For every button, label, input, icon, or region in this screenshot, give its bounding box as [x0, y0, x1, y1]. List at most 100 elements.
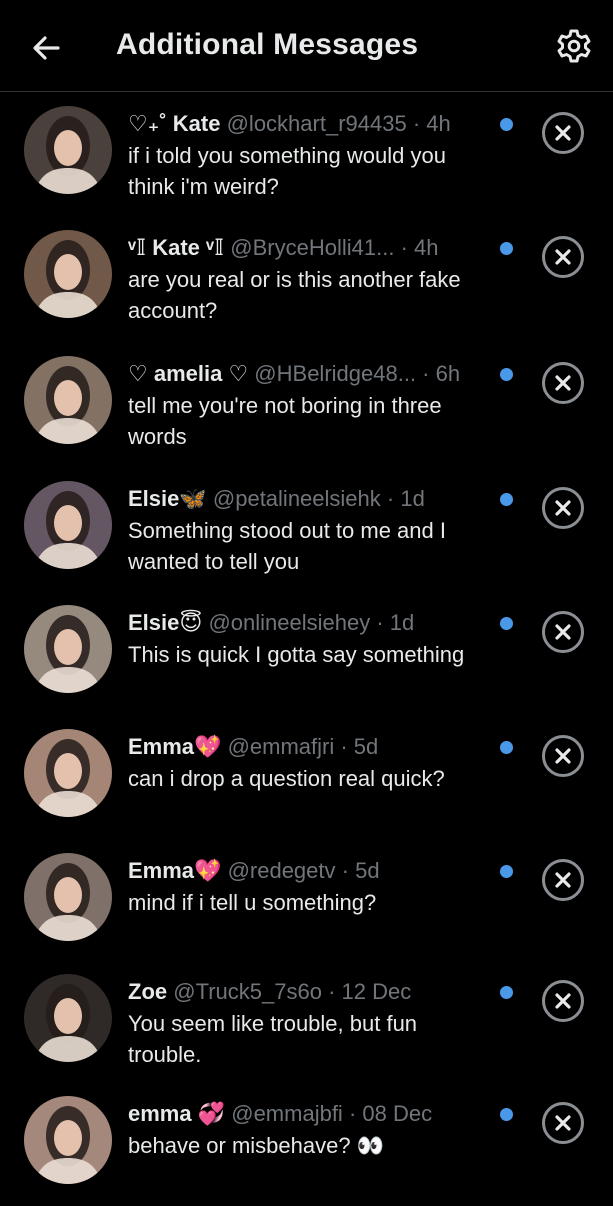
- timestamp: 1d: [389, 610, 415, 635]
- close-icon: [555, 872, 571, 888]
- message-item[interactable]: Emma💖 @redegetv · 5d mind if i tell u som…: [0, 839, 613, 963]
- close-icon: [555, 500, 571, 516]
- dismiss-button[interactable]: [542, 735, 584, 777]
- profile-photo: [24, 481, 112, 569]
- dismiss-button[interactable]: [542, 487, 584, 529]
- message-item[interactable]: Elsie🦋 @petalineelsiehk · 1d Something st…: [0, 467, 613, 591]
- close-icon: [555, 624, 571, 640]
- close-icon: [555, 375, 571, 391]
- message-item[interactable]: ♡₊˚ Kate @lockhart_r94435 · 4h if i told …: [0, 92, 613, 216]
- timestamp: 5d: [355, 858, 380, 883]
- message-item[interactable]: Elsie😇 @onlineelsiehey · 1d This is quick…: [0, 591, 613, 715]
- sender-handle: @emmafjri: [227, 734, 335, 759]
- close-icon: [555, 993, 571, 1009]
- message-item[interactable]: Zoe @Truck5_7s6o · 12 Dec You seem like t…: [0, 960, 613, 1084]
- avatar[interactable]: [24, 605, 112, 693]
- sender-handle: @lockhart_r94435: [226, 111, 407, 136]
- dismiss-button[interactable]: [542, 112, 584, 154]
- dismiss-button[interactable]: [542, 236, 584, 278]
- back-button[interactable]: [28, 30, 64, 66]
- gear-icon: [557, 29, 591, 63]
- sender-name: Emma💖: [128, 858, 222, 883]
- unread-indicator: [500, 368, 513, 381]
- unread-indicator: [500, 617, 513, 630]
- message-item[interactable]: emma 💞 @emmajbfi · 08 Dec behave or misbe…: [0, 1082, 613, 1206]
- separator-dot: ·: [335, 858, 356, 883]
- avatar[interactable]: [24, 729, 112, 817]
- message-meta: Elsie🦋 @petalineelsiehk · 1d: [128, 485, 488, 513]
- message-preview: Something stood out to me and I wanted t…: [128, 518, 446, 574]
- settings-button[interactable]: [555, 27, 593, 65]
- message-preview: mind if i tell u something?: [128, 890, 377, 915]
- arrow-left-icon: [33, 36, 60, 60]
- avatar[interactable]: [24, 1096, 112, 1184]
- unread-indicator: [500, 741, 513, 754]
- sender-name: Elsie😇: [128, 610, 203, 635]
- app-header: Additional Messages: [0, 0, 613, 92]
- unread-indicator: [500, 242, 513, 255]
- sender-handle: @HBelridge48...: [254, 361, 417, 386]
- sender-handle: @BryceHolli41...: [230, 235, 395, 260]
- profile-photo: [24, 974, 112, 1062]
- message-meta: Emma💖 @redegetv · 5d: [128, 857, 488, 885]
- separator-dot: ·: [321, 979, 342, 1004]
- sender-name: ᵛ𝕀 Kate ᵛ𝕀: [128, 235, 225, 260]
- avatar[interactable]: [24, 106, 112, 194]
- profile-photo: [24, 1096, 112, 1184]
- message-meta: Zoe @Truck5_7s6o · 12 Dec: [128, 978, 488, 1006]
- sender-handle: @Truck5_7s6o: [173, 979, 322, 1004]
- avatar[interactable]: [24, 230, 112, 318]
- sender-name: Emma💖: [128, 734, 222, 759]
- unread-indicator: [500, 493, 513, 506]
- timestamp: 4h: [426, 111, 451, 136]
- dismiss-button[interactable]: [542, 859, 584, 901]
- dismiss-button[interactable]: [542, 980, 584, 1022]
- dismiss-button[interactable]: [542, 362, 584, 404]
- sender-name: ♡₊˚ Kate: [128, 111, 221, 136]
- message-meta: Emma💖 @emmafjri · 5d: [128, 733, 488, 761]
- avatar[interactable]: [24, 356, 112, 444]
- close-icon: [555, 249, 571, 265]
- message-preview: You seem like trouble, but fun trouble.: [128, 1011, 418, 1067]
- sender-name: emma 💞: [128, 1101, 226, 1126]
- profile-photo: [24, 729, 112, 817]
- unread-indicator: [500, 865, 513, 878]
- sender-name: Zoe: [128, 979, 168, 1004]
- message-item[interactable]: ᵛ𝕀 Kate ᵛ𝕀 @BryceHolli41... · 4h are you …: [0, 216, 613, 340]
- message-preview: This is quick I gotta say something: [128, 642, 465, 667]
- message-preview: are you real or is this another fake acc…: [128, 267, 461, 323]
- message-preview: if i told you something would you think …: [128, 143, 446, 199]
- timestamp: 5d: [353, 734, 379, 759]
- separator-dot: ·: [334, 734, 354, 759]
- separator-dot: ·: [416, 361, 436, 386]
- sender-handle: @redegetv: [227, 858, 336, 883]
- timestamp: 4h: [414, 235, 439, 260]
- avatar[interactable]: [24, 974, 112, 1062]
- sender-handle: @petalineelsiehk: [212, 486, 381, 511]
- message-preview: tell me you're not boring in three words: [128, 393, 442, 449]
- timestamp: 08 Dec: [362, 1101, 433, 1126]
- unread-indicator: [500, 986, 513, 999]
- message-meta: ♡₊˚ Kate @lockhart_r94435 · 4h: [128, 110, 488, 138]
- sender-handle: @onlineelsiehey: [208, 610, 371, 635]
- message-preview: can i drop a question real quick?: [128, 766, 445, 791]
- close-icon: [555, 748, 571, 764]
- message-meta: ᵛ𝕀 Kate ᵛ𝕀 @BryceHolli41... · 4h: [128, 234, 488, 262]
- unread-indicator: [500, 1108, 513, 1121]
- timestamp: 1d: [400, 486, 425, 511]
- message-meta: Elsie😇 @onlineelsiehey · 1d: [128, 609, 488, 637]
- dismiss-button[interactable]: [542, 1102, 584, 1144]
- message-item[interactable]: Emma💖 @emmafjri · 5d can i drop a questio…: [0, 715, 613, 839]
- page-title: Additional Messages: [116, 28, 419, 61]
- avatar[interactable]: [24, 853, 112, 941]
- message-meta: emma 💞 @emmajbfi · 08 Dec: [128, 1100, 488, 1128]
- message-meta: ♡ amelia ♡ @HBelridge48... · 6h: [128, 360, 488, 388]
- separator-dot: ·: [370, 610, 390, 635]
- message-item[interactable]: ♡ amelia ♡ @HBelridge48... · 6h tell me y…: [0, 342, 613, 466]
- sender-name: Elsie🦋: [128, 486, 207, 511]
- profile-photo: [24, 356, 112, 444]
- dismiss-button[interactable]: [542, 611, 584, 653]
- profile-photo: [24, 605, 112, 693]
- timestamp: 12 Dec: [341, 979, 412, 1004]
- avatar[interactable]: [24, 481, 112, 569]
